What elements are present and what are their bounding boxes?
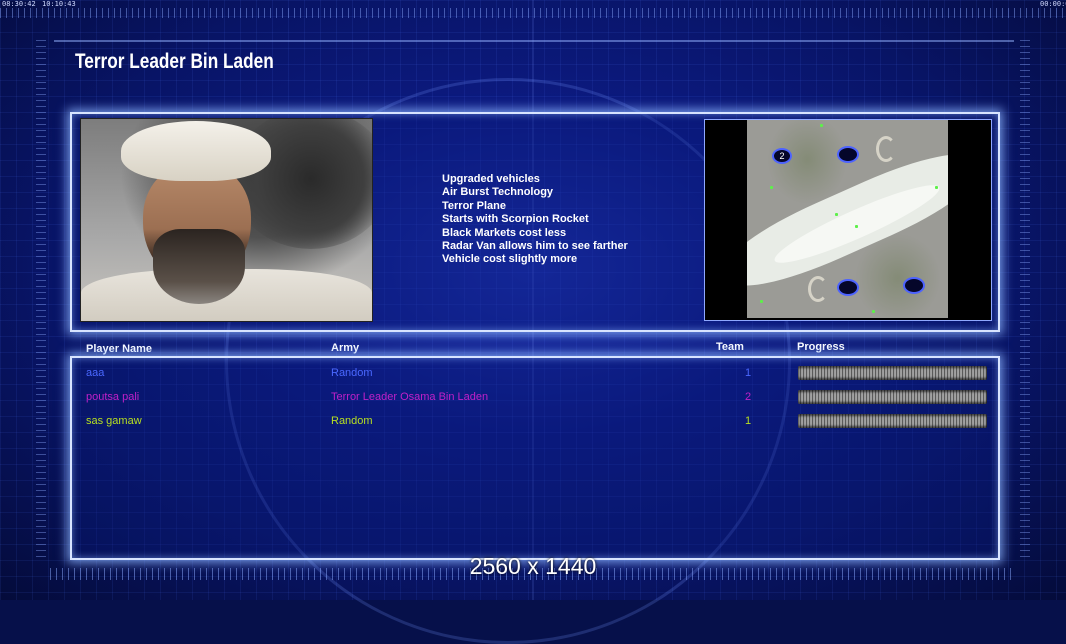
column-header-army: Army bbox=[331, 342, 360, 354]
column-header-progress: Progress bbox=[797, 341, 845, 353]
terrain-ridge bbox=[876, 136, 896, 162]
trait-item: Terror Plane bbox=[442, 199, 506, 212]
trait-item: Upgraded vehicles bbox=[442, 173, 540, 185]
unit-marker bbox=[872, 310, 875, 313]
player-name: poutsa pali bbox=[86, 391, 140, 403]
trait-item: Radar Van allows him to see farther bbox=[442, 240, 628, 253]
player-team: 1 bbox=[745, 367, 752, 379]
terrain-ridge bbox=[808, 276, 828, 302]
player-army: Random bbox=[331, 367, 373, 379]
player-name: aaa bbox=[86, 367, 105, 379]
progress-bar bbox=[798, 414, 987, 428]
trait-item: Air Burst Technology bbox=[442, 186, 554, 199]
top-ruler bbox=[0, 8, 1066, 18]
start-position-marker bbox=[837, 146, 859, 163]
hud-clock-left: 08:30:42 bbox=[2, 0, 36, 8]
right-ruler bbox=[1020, 40, 1030, 560]
player-list-panel bbox=[70, 356, 1000, 560]
column-header-player: Player Name bbox=[86, 343, 153, 355]
resolution-label: 2560 x 1440 bbox=[469, 553, 597, 579]
hud-clock-mid: 10:10:43 bbox=[42, 0, 76, 8]
left-ruler bbox=[36, 40, 46, 560]
progress-bar bbox=[798, 390, 987, 404]
page-title: Terror Leader Bin Laden bbox=[75, 50, 274, 73]
general-traits-list: Upgraded vehicles Air Burst Technology T… bbox=[442, 173, 628, 267]
hud-clock-right: 00:00:00 bbox=[1040, 0, 1066, 8]
general-portrait bbox=[80, 118, 373, 322]
unit-marker bbox=[935, 186, 938, 189]
player-team: 2 bbox=[745, 391, 752, 403]
player-army: Terror Leader Osama Bin Laden bbox=[331, 391, 489, 403]
unit-marker bbox=[820, 124, 823, 127]
trait-item: Vehicle cost slightly more bbox=[442, 253, 578, 266]
start-position-marker bbox=[903, 277, 925, 294]
unit-marker bbox=[855, 225, 858, 228]
trait-item: Starts with Scorpion Rocket bbox=[442, 213, 589, 226]
start-position-marker bbox=[837, 279, 859, 296]
player-team: 1 bbox=[745, 415, 752, 427]
unit-marker bbox=[835, 213, 838, 216]
column-header-team: Team bbox=[716, 341, 744, 353]
player-name: sas gamaw bbox=[86, 415, 142, 427]
trait-item: Black Markets cost less bbox=[442, 226, 567, 239]
progress-bar bbox=[798, 366, 987, 380]
unit-marker bbox=[760, 300, 763, 303]
start-slot-marker: 2 bbox=[772, 148, 792, 164]
unit-marker bbox=[770, 186, 773, 189]
player-army: Random bbox=[331, 415, 373, 427]
